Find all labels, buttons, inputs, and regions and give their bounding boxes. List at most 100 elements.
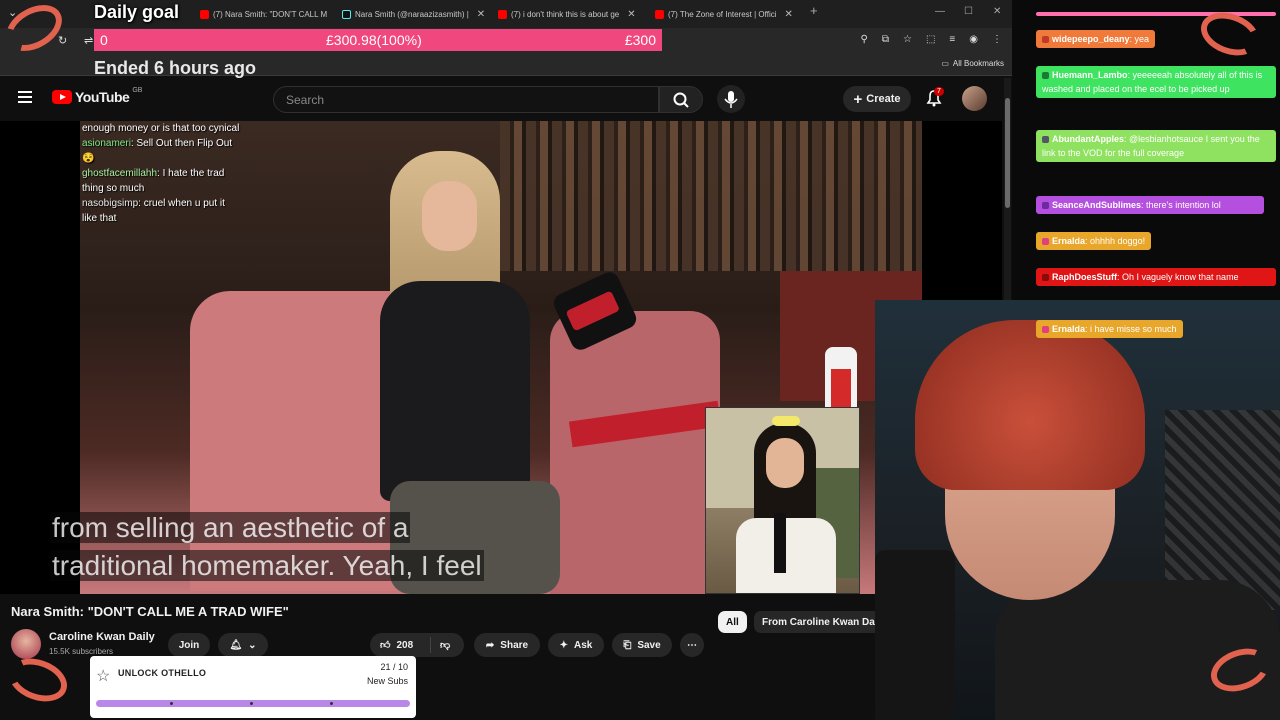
all-bookmarks-label: All Bookmarks: [952, 59, 1004, 68]
new-tab-icon[interactable]: +: [810, 3, 818, 18]
close-tab-icon[interactable]: ✕: [477, 9, 484, 20]
youtube-play-icon: [52, 90, 72, 104]
account-avatar[interactable]: [962, 86, 987, 111]
plus-icon: +: [853, 90, 863, 108]
chevron-down-icon: ⌄: [248, 639, 257, 651]
youtube-header: YouTube GB Search + Create 7: [0, 77, 1002, 121]
all-bookmarks-button[interactable]: ▭ All Bookmarks: [941, 59, 1004, 68]
tiktok-favicon-icon: [342, 9, 351, 19]
bookmark-star-icon[interactable]: ☆: [903, 34, 912, 45]
save-label: Save: [637, 639, 661, 651]
chip-all[interactable]: All: [718, 611, 747, 633]
share-button[interactable]: ➦ Share: [474, 633, 540, 657]
media-controls-icon[interactable]: ≡: [949, 34, 955, 45]
othello-progress-bar: [96, 700, 410, 707]
microphone-icon: [724, 91, 738, 108]
like-count: 208: [396, 639, 414, 651]
chat-message: AbundantApples: @lesbianhotsauce I sent …: [1036, 130, 1276, 162]
youtube-favicon-icon: [498, 9, 507, 19]
tab-2[interactable]: Nara Smith (@naraazizasmith) | ✕: [342, 4, 484, 24]
subscribe-bell-button[interactable]: 🔔︎ ⌄: [218, 633, 268, 657]
chat-overlay-text: enough money or is that too cynical: [82, 123, 240, 134]
pink-armchair-2: [550, 311, 720, 594]
region-code: GB: [132, 86, 143, 94]
site-info-icon[interactable]: ⇌: [84, 34, 93, 47]
close-tab-icon[interactable]: ✕: [785, 9, 793, 20]
ask-button[interactable]: ✦ Ask: [548, 633, 604, 657]
channel-name[interactable]: Caroline Kwan Daily: [49, 631, 155, 643]
channel-avatar[interactable]: [11, 629, 41, 659]
chat-username: Ernalda: [1052, 236, 1086, 246]
chat-message: SeanceAndSublimes: there's intention lol: [1036, 196, 1264, 214]
goal-amount: £300.98(100%): [326, 32, 422, 48]
join-button[interactable]: Join: [168, 633, 210, 657]
chat-accent-line: [1036, 12, 1276, 16]
tab-3-label: (7) i don't think this is about ge: [511, 9, 620, 19]
create-label: Create: [866, 93, 901, 105]
more-menu-icon[interactable]: ⋮: [992, 34, 1002, 45]
chat-username: Ernalda: [1052, 324, 1086, 334]
maximize-icon[interactable]: ☐: [964, 6, 973, 17]
youtube-favicon-icon: [655, 9, 664, 19]
search-icon: [673, 92, 689, 108]
chat-overlay-line: asionameri: Sell Out then Flip Out 😵: [82, 138, 233, 164]
othello-count: 21 / 10: [380, 662, 408, 672]
tab-1-label: (7) Nara Smith: "DON'T CALL M: [213, 9, 328, 19]
chat-username: Huemann_Lambo: [1052, 70, 1128, 80]
more-actions-button[interactable]: ⋯: [680, 633, 704, 657]
search-input[interactable]: Search: [273, 86, 659, 113]
tab-1[interactable]: (7) Nara Smith: "DON'T CALL M ✕: [200, 4, 330, 24]
sparkle-icon: ✦: [559, 639, 569, 651]
stream-chat-overlay: enough money or is that too cynical asio…: [82, 121, 242, 226]
search-button[interactable]: [659, 86, 703, 113]
ask-label: Ask: [574, 639, 593, 651]
chat-badge-icon: [1042, 238, 1049, 245]
voice-search-button[interactable]: [717, 85, 745, 113]
minimize-icon[interactable]: —: [935, 6, 945, 17]
youtube-favicon-icon: [200, 9, 209, 19]
chat-overlay-line: enough money or is that too cynical: [82, 121, 242, 136]
scrollbar-thumb[interactable]: [1005, 98, 1010, 208]
mic-label: [565, 290, 621, 332]
chat-text: : yea: [1129, 34, 1150, 44]
close-window-icon[interactable]: ✕: [993, 6, 1001, 17]
join-label: Join: [178, 639, 200, 651]
caption-line: from selling an aesthetic of a: [50, 509, 484, 547]
like-divider: [430, 637, 431, 653]
chat-overlay-line: ghostfacemillahh: I hate the trad thing …: [82, 166, 242, 196]
thumbs-down-icon[interactable]: 👎︎: [440, 639, 450, 651]
chat-message: widepeepo_deany: yea: [1036, 30, 1156, 48]
chat-overlay-text: : Sell Out then Flip Out: [130, 138, 233, 149]
more-horizontal-icon: ⋯: [687, 639, 697, 651]
menu-icon[interactable]: [18, 91, 32, 103]
streamer-webcam: [875, 300, 1280, 720]
extensions-icon[interactable]: ⬚: [926, 34, 935, 45]
chat-overlay-user: nasobigsimp: [82, 198, 139, 209]
reload-icon[interactable]: ↻: [58, 34, 67, 47]
save-button[interactable]: ⎗ Save: [612, 633, 672, 657]
othello-subtitle: New Subs: [366, 676, 408, 686]
screen: ⌄ (7) Nara Smith: "DON'T CALL M ✕ Nara S…: [0, 0, 1280, 720]
tab-4[interactable]: (7) The Zone of Interest | Offici ✕: [655, 4, 797, 24]
youtube-logo[interactable]: YouTube GB: [52, 86, 143, 105]
streamer-hair: [915, 320, 1145, 490]
chat-username: AbundantApples: [1052, 134, 1124, 144]
tab-3[interactable]: (7) i don't think this is about ge ✕: [498, 4, 640, 24]
daily-goal-title: Daily goal: [94, 2, 180, 22]
like-button[interactable]: 👍︎ 208 👎︎: [370, 633, 464, 657]
chat-message: RaphDoesStuff: Oh I vaguely know that na…: [1036, 268, 1276, 286]
address-bar-actions: ⚲ ⧉ ☆ ⬚ ≡ ◉ ⋮: [861, 34, 1002, 45]
daily-goal-progress-bar: 0 £300.98(100%) £300: [94, 29, 662, 51]
close-tab-icon[interactable]: ✕: [627, 9, 635, 20]
caption-text: traditional homemaker. Yeah, I feel: [50, 550, 484, 581]
create-button[interactable]: + Create: [843, 86, 911, 112]
bookmark-icon: ⎗: [623, 639, 632, 651]
chat-badge-icon: [1042, 202, 1049, 209]
profile-icon[interactable]: ◉: [969, 34, 978, 45]
video-player[interactable]: enough money or is that too cynical asio…: [0, 121, 1002, 594]
cast-icon[interactable]: ⧉: [882, 34, 889, 45]
chip-from-channel[interactable]: From Caroline Kwan Daily: [754, 611, 894, 633]
zoom-icon[interactable]: ⚲: [861, 34, 868, 45]
goal-ended-text: Ended 6 hours ago: [94, 58, 257, 78]
caption-text: from selling an aesthetic of a: [50, 512, 411, 543]
